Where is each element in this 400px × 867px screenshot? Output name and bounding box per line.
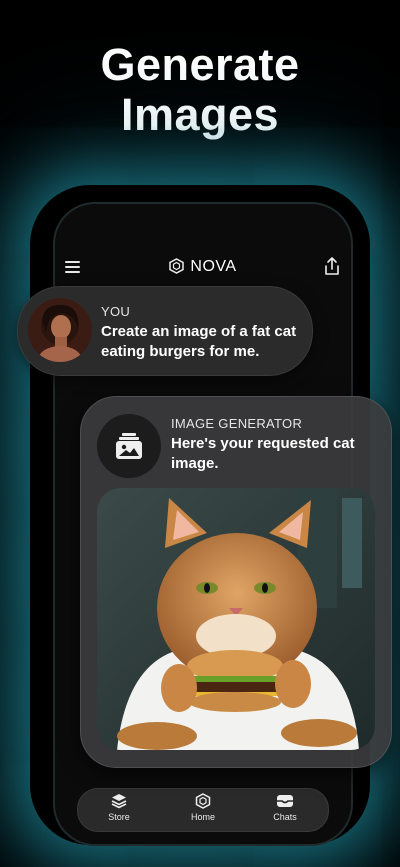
bottom-tab-bar: Store Home Chats <box>77 788 329 832</box>
user-sender-label: YOU <box>101 304 131 319</box>
brand-name: NOVA <box>190 258 237 275</box>
app-header: NOVA <box>55 256 351 280</box>
headline-line-2: Images <box>120 89 280 140</box>
chat-inbox-icon <box>277 795 293 807</box>
tab-chats[interactable]: Chats <box>250 793 320 822</box>
layers-icon <box>111 794 127 809</box>
tab-home-label: Home <box>190 812 215 822</box>
user-message-text: Create an image of a fat cat eating burg… <box>101 323 297 360</box>
image-generator-icon <box>97 414 161 478</box>
hexagon-logo-icon <box>169 258 185 274</box>
generator-sender-label: IMAGE GENERATOR <box>171 416 303 431</box>
tab-home[interactable]: Home <box>168 793 238 822</box>
generated-cat-image[interactable] <box>97 488 375 750</box>
app-brand: NOVA <box>55 258 351 276</box>
hexagon-logo-icon <box>195 793 211 809</box>
share-icon[interactable] <box>323 256 341 276</box>
tab-store-label: Store <box>108 812 130 822</box>
headline-line-1: Generate <box>100 39 300 90</box>
tab-chats-label: Chats <box>273 812 297 822</box>
user-message-bubble: YOU Create an image of a fat cat eating … <box>17 286 313 376</box>
headline: Generate Images <box>0 40 400 140</box>
generator-message-text: Here's your requested cat image. <box>171 435 355 472</box>
user-avatar <box>28 298 92 362</box>
image-generator-message: IMAGE GENERATOR Here's your requested ca… <box>80 396 392 768</box>
tab-store[interactable]: Store <box>84 793 154 822</box>
